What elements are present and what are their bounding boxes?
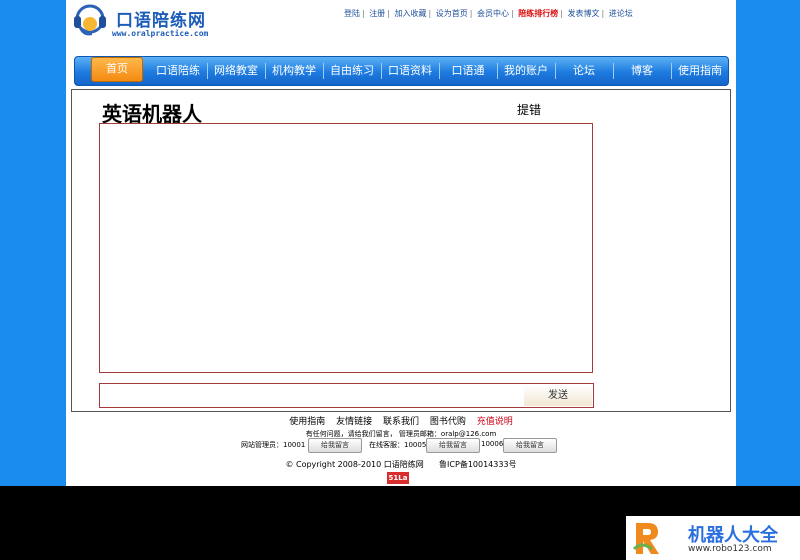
login-link[interactable]: 登陆 — [344, 8, 360, 19]
nav-home[interactable]: 首页 — [91, 57, 143, 82]
page-container: 口语陪练网 www.oralpractice.com 登陆 | 注册 | 加入收藏 |… — [66, 0, 736, 486]
watermark-url: www.robo123.com — [688, 544, 772, 554]
nav-divider — [207, 63, 208, 79]
footer-link-book-purchase[interactable]: 图书代购 — [430, 417, 466, 427]
copyright: © Copyright 2008-2010 口语陪练网 鲁ICP备1001433… — [66, 459, 736, 470]
left-background — [0, 0, 66, 486]
forum-link[interactable]: 进论坛 — [609, 8, 633, 19]
nav-item-my-account[interactable]: 我的账户 — [499, 57, 553, 85]
nav-item-user-guide[interactable]: 使用指南 — [673, 57, 727, 85]
footer-link-recharge-info[interactable]: 充值说明 — [477, 417, 513, 427]
admin-label: 在线客服：10005 — [369, 441, 427, 449]
right-background — [736, 0, 800, 486]
nav-divider — [555, 63, 556, 79]
admin-label: 网站管理员：10001 — [241, 441, 306, 449]
nav-item-oral-practice[interactable]: 口语陪练 — [153, 57, 203, 85]
nav-divider — [323, 63, 324, 79]
nav-item-oral-tong[interactable]: 口语通 — [441, 57, 495, 85]
leave-message-button[interactable]: 给我留言 — [308, 438, 362, 453]
site-title: 口语陪练网 — [116, 11, 206, 31]
site-url: www.oralpractice.com — [112, 29, 209, 38]
chat-log-area[interactable] — [99, 123, 593, 373]
top-links: 登陆 | 注册 | 加入收藏 | 设为首页 | 会员中心 | 陪练排行榜 | 发表博文 | 进… — [344, 8, 633, 19]
footer-link-user-guide[interactable]: 使用指南 — [289, 417, 325, 427]
send-button[interactable]: 发送 — [524, 385, 592, 406]
nav-item-online-classroom[interactable]: 网络教室 — [209, 57, 263, 85]
register-link[interactable]: 注册 — [369, 8, 385, 19]
nav-item-free-practice[interactable]: 自由练习 — [325, 57, 379, 85]
nav-divider — [497, 63, 498, 79]
icp-number[interactable]: 鲁ICP备10014333号 — [439, 460, 517, 469]
stats-counter-badge[interactable]: 51La — [387, 472, 409, 484]
main-nav: 首页 口语陪练 网络教室 机构教学 自由练习 口语资料 口语通 我的账户 论坛 … — [74, 56, 729, 86]
message-input[interactable] — [101, 385, 525, 408]
footer-link-contact-us[interactable]: 联系我们 — [383, 417, 419, 427]
nav-item-blog[interactable]: 博客 — [615, 57, 669, 85]
bookmark-link[interactable]: 加入收藏 — [395, 8, 427, 19]
watermark: 机器人大全 www.robo123.com — [626, 516, 800, 560]
nav-item-institution-teaching[interactable]: 机构教学 — [267, 57, 321, 85]
nav-divider — [265, 63, 266, 79]
admin-label: 10006 — [481, 440, 504, 448]
leave-message-button[interactable]: 给我留言 — [426, 438, 480, 453]
report-error-link[interactable]: 提错 — [517, 101, 541, 118]
headset-logo-icon — [74, 4, 106, 36]
nav-item-oral-materials[interactable]: 口语资料 — [383, 57, 437, 85]
nav-divider — [613, 63, 614, 79]
post-blog-link[interactable]: 发表博文 — [568, 8, 600, 19]
footer-links: 使用指南 友情链接 联系我们 图书代购 充值说明 — [66, 414, 736, 427]
message-row: 发送 — [99, 383, 594, 408]
robot-logo-icon — [632, 523, 659, 554]
contact-line: 有任何问题，请给我们留言， 管理员邮箱：oralp@126.com — [305, 430, 497, 438]
footer-link-friend-links[interactable]: 友情链接 — [336, 417, 372, 427]
ranking-link[interactable]: 陪练排行榜 — [518, 8, 558, 19]
set-homepage-link[interactable]: 设为首页 — [436, 8, 468, 19]
leave-message-button[interactable]: 给我留言 — [503, 438, 557, 453]
nav-divider — [381, 63, 382, 79]
member-center-link[interactable]: 会员中心 — [477, 8, 509, 19]
copyright-text: © Copyright 2008-2010 口语陪练网 — [285, 460, 424, 469]
site-logo[interactable]: 口语陪练网 www.oralpractice.com — [72, 2, 222, 40]
nav-divider — [439, 63, 440, 79]
nav-divider — [671, 63, 672, 79]
nav-item-forum[interactable]: 论坛 — [557, 57, 611, 85]
